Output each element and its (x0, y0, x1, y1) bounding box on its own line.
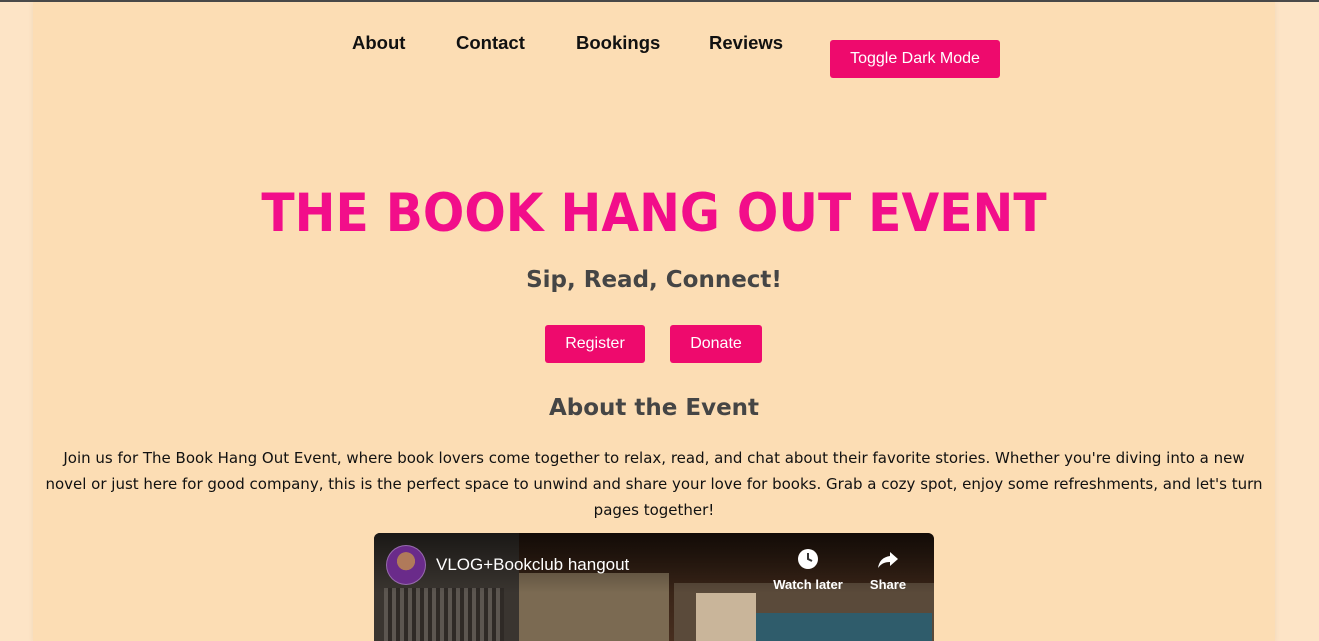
video-title[interactable]: VLOG+Bookclub hangout (436, 555, 629, 575)
page-container: About Contact Bookings Reviews Toggle Da… (33, 2, 1275, 641)
about-text: Join us for The Book Hang Out Event, whe… (45, 449, 1263, 519)
video-thumbnail-book (696, 593, 756, 641)
watch-later-label: Watch later (773, 577, 843, 592)
video-thumbnail-book-blue (756, 613, 932, 641)
page-title: THE BOOK HANG OUT EVENT (261, 183, 1047, 244)
clock-icon (798, 549, 818, 569)
nav-link-bookings[interactable]: Bookings (576, 32, 660, 54)
nav-link-contact[interactable]: Contact (456, 32, 525, 54)
register-button[interactable]: Register (545, 325, 645, 363)
tagline: Sip, Read, Connect! (526, 267, 782, 293)
video-player[interactable]: VLOG+Bookclub hangout Watch later Share (374, 533, 934, 641)
channel-avatar[interactable] (386, 545, 426, 585)
share-button[interactable]: Share (866, 547, 910, 592)
watch-later-button[interactable]: Watch later (772, 547, 844, 592)
toggle-dark-mode-button[interactable]: Toggle Dark Mode (830, 40, 1000, 78)
about-heading: About the Event (548, 395, 760, 421)
nav-link-about[interactable]: About (352, 32, 405, 54)
share-label: Share (869, 577, 907, 592)
nav-link-reviews[interactable]: Reviews (709, 32, 783, 54)
donate-button[interactable]: Donate (670, 325, 762, 363)
main-nav: About Contact Bookings Reviews (33, 32, 1275, 92)
share-arrow-icon (878, 552, 898, 568)
